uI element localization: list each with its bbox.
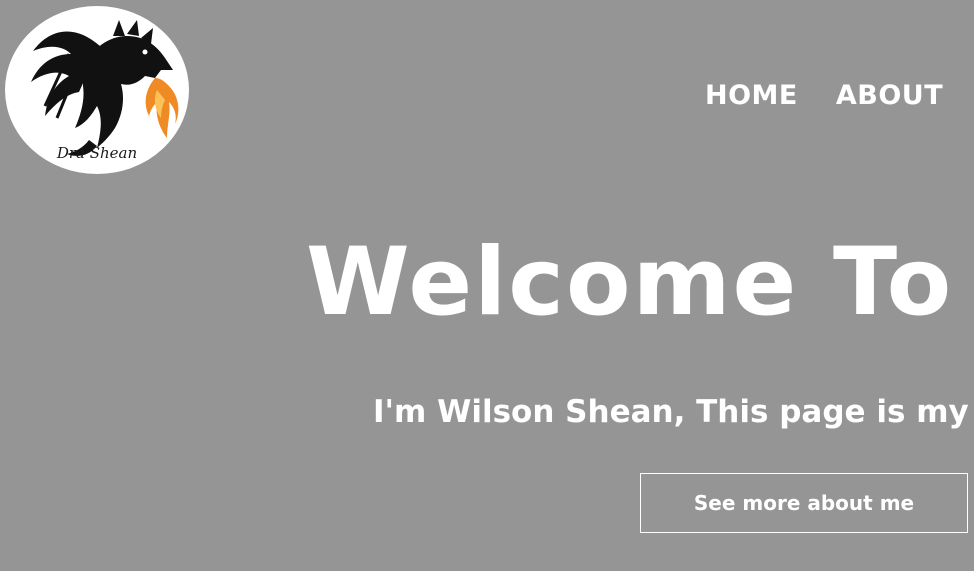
hero-title: Welcome To	[306, 228, 954, 337]
nav-item-about[interactable]: ABOUT	[836, 80, 943, 111]
hero-subtitle: I'm Wilson Shean, This page is my	[373, 394, 969, 430]
see-more-button[interactable]: See more about me	[640, 473, 968, 533]
logo-text: Dra Shean	[56, 144, 138, 162]
main-nav: HOMEABOUTA	[705, 80, 974, 111]
page: Dra Shean HOMEABOUTA Welcome To I'm Wils…	[0, 0, 974, 571]
site-logo[interactable]: Dra Shean	[5, 6, 189, 174]
nav-item-home[interactable]: HOME	[705, 80, 798, 111]
